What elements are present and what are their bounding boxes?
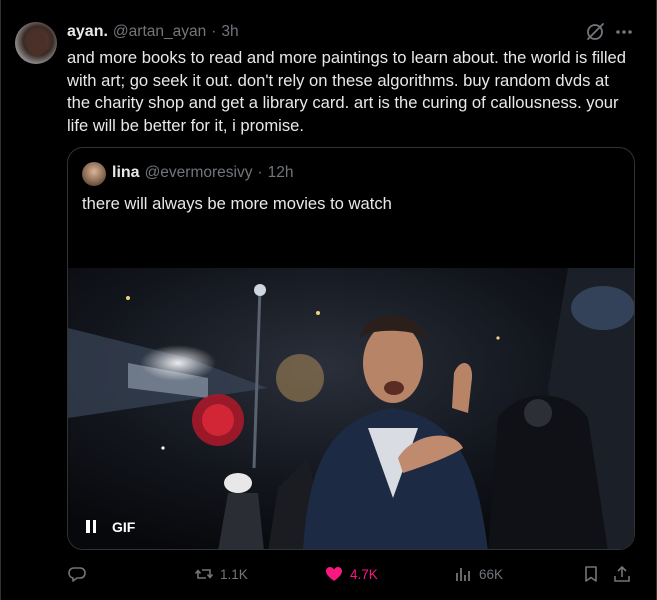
quoted-author-handle[interactable]: @evermoresivy	[145, 164, 253, 182]
quoted-post-text: there will always be more movies to watc…	[82, 194, 392, 213]
quoted-header-separator: ·	[257, 164, 263, 181]
header-separator: ·	[211, 23, 217, 40]
gif-media[interactable]: GIF	[68, 268, 634, 549]
repost-count: 1.1K	[220, 566, 248, 582]
like-button[interactable]: 4.7K	[324, 564, 378, 584]
reply-icon	[68, 567, 86, 582]
post-header: ayan. @artan_ayan · 3h	[67, 23, 239, 43]
views-icon	[456, 568, 470, 581]
share-icon	[614, 565, 630, 582]
heart-icon	[326, 567, 342, 581]
repost-button[interactable]: 1.1K	[194, 564, 248, 584]
quoted-post[interactable]: lina @evermoresivy · 12h there will alwa…	[67, 147, 635, 550]
grok-icon[interactable]	[585, 22, 605, 42]
more-icon[interactable]	[613, 22, 635, 42]
gif-frame	[68, 268, 634, 549]
post-timestamp[interactable]: 3h	[221, 23, 238, 41]
bookmark-icon	[585, 566, 597, 582]
gif-controls: GIF	[86, 519, 135, 535]
post-text: and more books to read and more painting…	[67, 48, 626, 135]
author-handle[interactable]: @artan_ayan	[113, 23, 206, 41]
author-avatar[interactable]	[15, 22, 57, 64]
gif-badge: GIF	[112, 519, 136, 535]
reply-button[interactable]	[67, 564, 93, 584]
bookmark-button[interactable]	[581, 564, 601, 584]
repost-icon	[194, 569, 214, 579]
author-display-name[interactable]: ayan.	[67, 23, 108, 41]
share-button[interactable]	[612, 564, 632, 584]
pause-icon[interactable]	[86, 520, 98, 534]
quoted-author-avatar[interactable]	[82, 162, 106, 186]
like-count: 4.7K	[350, 566, 378, 582]
quoted-post-timestamp[interactable]: 12h	[268, 164, 294, 182]
views-button[interactable]: 66K	[453, 564, 503, 584]
views-count: 66K	[479, 566, 504, 582]
action-bar: 1.1K 4.7K 66K	[1, 560, 657, 590]
quoted-post-header: lina @evermoresivy · 12h	[112, 164, 294, 182]
quoted-author-display-name[interactable]: lina	[112, 164, 140, 182]
post[interactable]: ayan. @artan_ayan · 3h and more books to…	[0, 0, 657, 600]
